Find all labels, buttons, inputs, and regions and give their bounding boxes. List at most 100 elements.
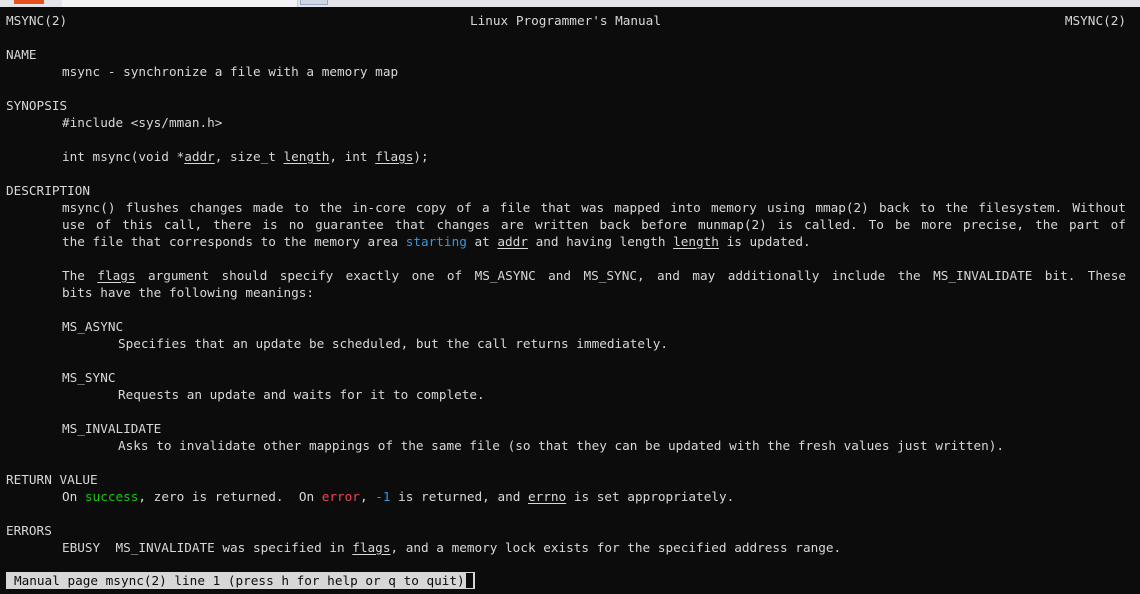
flag-term-ms-invalidate: MS_INVALIDATE xyxy=(62,421,162,436)
word: specify xyxy=(279,268,334,283)
word: MS_SYNC, xyxy=(583,268,645,283)
word: be xyxy=(894,217,911,232)
word: file xyxy=(499,200,531,215)
rv-d: is returned, and xyxy=(390,489,528,504)
word: in-core xyxy=(352,200,406,215)
word: These xyxy=(1087,268,1126,283)
p1-l3-b: at xyxy=(466,234,498,249)
word: before xyxy=(641,217,687,232)
err-a: EBUSY MS_INVALIDATE was specified in xyxy=(62,540,353,555)
word: one xyxy=(411,268,435,283)
highlight-error: error xyxy=(321,489,360,504)
rv-c: , xyxy=(359,489,376,504)
terminal-window[interactable]: MSYNC(2) Linux Programmer's Manual MSYNC… xyxy=(0,7,1140,594)
word: additionally xyxy=(727,268,820,283)
word: changes xyxy=(189,200,243,215)
rv-e: is set appropriately. xyxy=(566,489,735,504)
flag-desc-ms-async: Specifies that an update be scheduled, b… xyxy=(118,336,668,351)
err-b: , and a memory lock exists for the speci… xyxy=(390,540,842,555)
proto-end: ); xyxy=(413,149,429,164)
ref-errors-flags: flags xyxy=(352,540,391,555)
word: and xyxy=(657,268,680,283)
word: guarantee xyxy=(315,217,384,232)
word: the xyxy=(945,200,969,215)
word: that xyxy=(540,200,572,215)
description-p1-line1: msync() flushes changes made to the in-core cop… xyxy=(62,199,1126,216)
word: mmap(2) xyxy=(815,200,869,215)
word: of xyxy=(446,268,463,283)
word: was xyxy=(581,200,605,215)
word: back xyxy=(599,217,631,232)
word: flushes xyxy=(125,200,180,215)
word: include xyxy=(831,268,886,283)
word: use xyxy=(62,217,85,232)
word: MS_INVALIDATE xyxy=(933,268,1033,283)
section-heading-return-value: RETURN VALUE xyxy=(6,472,98,487)
word: part xyxy=(1069,217,1100,232)
word: made xyxy=(252,200,284,215)
word: should xyxy=(221,268,268,283)
flag-term-ms-async: MS_ASYNC xyxy=(62,319,124,334)
name-text: msync - synchronize a file with a memory… xyxy=(62,64,399,79)
word: to xyxy=(293,200,309,215)
word: back xyxy=(878,200,910,215)
word: precise, xyxy=(962,217,1025,232)
word: argument xyxy=(147,268,210,283)
word: the xyxy=(897,268,921,283)
pager-status-bar: Manual page msync(2) line 1 (press h for… xyxy=(6,572,475,589)
word: may xyxy=(692,268,716,283)
rv-b: , zero is returned. On xyxy=(138,489,322,504)
word: the xyxy=(319,200,342,215)
word: of xyxy=(1110,217,1126,232)
word: and xyxy=(548,268,572,283)
word: mapped xyxy=(614,200,661,215)
proto-arg-length: length xyxy=(283,149,330,164)
pager-status-text: Manual page msync(2) line 1 (press h for… xyxy=(14,573,465,588)
p2-the: The xyxy=(62,268,85,283)
ref-flags: flags xyxy=(97,268,136,283)
word: call, xyxy=(163,217,203,232)
flag-desc-ms-invalidate: Asks to invalidate other mappings of the… xyxy=(118,438,1005,453)
new-tab-icon[interactable] xyxy=(300,0,328,5)
active-tab[interactable] xyxy=(62,0,298,7)
word: called. xyxy=(804,217,858,232)
word: filesystem. xyxy=(978,200,1063,215)
description-p1-line3: the file that corresponds to the memory … xyxy=(62,233,811,250)
highlight-success: success xyxy=(84,489,139,504)
man-header-right: MSYNC(2) xyxy=(1064,13,1126,28)
proto-arg-addr: addr xyxy=(184,149,215,164)
word: changes xyxy=(436,217,490,232)
man-header-title: Linux Programmer's Manual xyxy=(470,13,661,28)
highlight-minus-one: -1 xyxy=(375,489,391,504)
text-cursor xyxy=(465,573,473,588)
word: of xyxy=(456,200,472,215)
word: that xyxy=(394,217,426,232)
description-p2-line2: bits have the following meanings: xyxy=(62,285,315,300)
flag-term-ms-sync: MS_SYNC xyxy=(62,370,116,385)
man-header-left: MSYNC(2) xyxy=(6,13,68,28)
word: munmap(2) xyxy=(698,217,767,232)
window-tab-strip xyxy=(0,0,1140,7)
ref-addr: addr xyxy=(497,234,528,249)
word: is xyxy=(777,217,794,232)
section-heading-synopsis: SYNOPSIS xyxy=(6,98,68,113)
proto-arg-flags: flags xyxy=(375,149,414,164)
word: is xyxy=(262,217,278,232)
p1-l3-c: and having length xyxy=(527,234,674,249)
word: there xyxy=(213,217,252,232)
word: bit. xyxy=(1044,268,1076,283)
word: copy xyxy=(415,200,447,215)
word: exactly xyxy=(345,268,400,283)
word: To xyxy=(868,217,884,232)
word: to xyxy=(919,200,935,215)
description-p2-line1: The flags argument should specify exactly one o… xyxy=(62,267,1126,284)
word: of xyxy=(95,217,112,232)
word: memory xyxy=(710,200,757,215)
app-icon[interactable] xyxy=(14,0,44,4)
description-p1-line2: use of this call, there is no guarantee that chan… xyxy=(62,216,1126,233)
proto-mid2: , int xyxy=(329,149,376,164)
synopsis-include: #include <sys/mman.h> xyxy=(62,115,223,130)
p1-l3-d: is updated. xyxy=(718,234,811,249)
section-heading-description: DESCRIPTION xyxy=(6,183,91,198)
word: this xyxy=(122,217,153,232)
